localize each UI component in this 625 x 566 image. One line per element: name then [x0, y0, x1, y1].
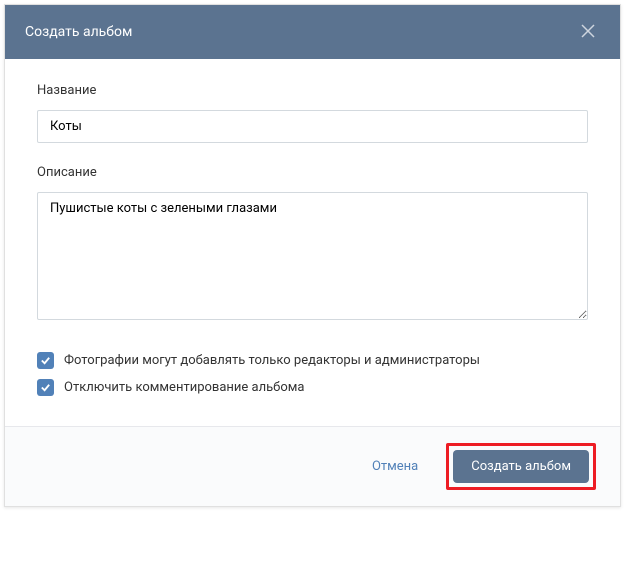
checkbox-row-comments: Отключить комментирование альбома: [37, 379, 588, 396]
description-label: Описание: [37, 165, 588, 180]
submit-button-highlight: Создать альбом: [446, 443, 596, 490]
submit-button[interactable]: Создать альбом: [453, 450, 589, 483]
cancel-button[interactable]: Отмена: [360, 451, 430, 482]
modal-header: Создать альбом: [5, 5, 620, 59]
name-field-group: Название: [37, 83, 588, 143]
description-textarea[interactable]: Пушистые коты с зелеными глазами: [37, 192, 588, 320]
checkbox-group: Фотографии могут добавлять только редакт…: [37, 352, 588, 396]
create-album-modal: Создать альбом Название Описание Пушисты…: [4, 4, 621, 507]
checkmark-icon: [40, 378, 51, 397]
description-field-group: Описание Пушистые коты с зелеными глазам…: [37, 165, 588, 324]
name-input[interactable]: [37, 110, 588, 143]
checkbox-comments[interactable]: [37, 379, 54, 396]
checkbox-comments-label[interactable]: Отключить комментирование альбома: [64, 380, 305, 395]
name-label: Название: [37, 83, 588, 98]
close-icon: [580, 23, 596, 42]
checkbox-editors-label[interactable]: Фотографии могут добавлять только редакт…: [64, 353, 480, 368]
close-button[interactable]: [576, 20, 600, 44]
checkmark-icon: [40, 351, 51, 370]
checkbox-editors[interactable]: [37, 352, 54, 369]
modal-body: Название Описание Пушистые коты с зелены…: [5, 59, 620, 426]
modal-title: Создать альбом: [25, 24, 132, 40]
checkbox-row-editors: Фотографии могут добавлять только редакт…: [37, 352, 588, 369]
modal-footer: Отмена Создать альбом: [5, 426, 620, 506]
